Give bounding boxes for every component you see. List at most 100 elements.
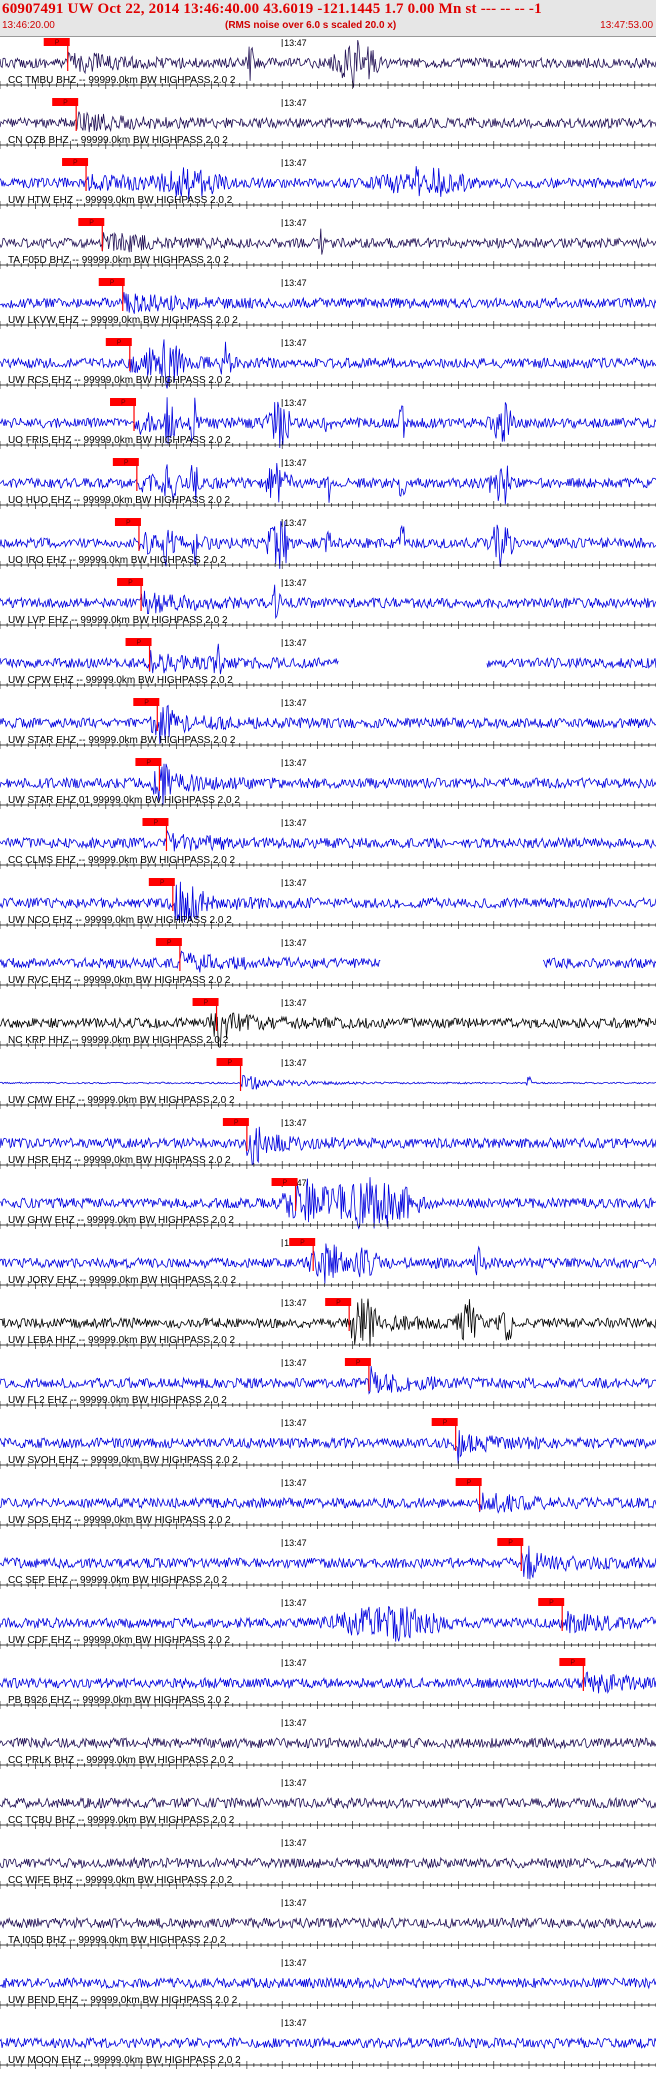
p-pick-label: P bbox=[234, 1120, 239, 1127]
station-label: UW FL2 EHZ -- 99999.0km BW HIGHPASS 2.0 … bbox=[8, 1395, 227, 1406]
waveform-trace bbox=[0, 2036, 656, 2050]
trace-row: 13:47 TA F05D BHZ -- 99999.0km BW HIGHPAS… bbox=[0, 218, 656, 269]
waveform-trace bbox=[0, 292, 656, 314]
minute-mark-label: 13:47 bbox=[284, 1418, 307, 1428]
p-pick-label: P bbox=[228, 1060, 233, 1067]
p-pick-label: P bbox=[110, 280, 115, 287]
p-pick-label: P bbox=[117, 340, 122, 347]
station-label: UW STAR EHZ 01 99999.0km BW HIGHPASS 2.0… bbox=[8, 795, 240, 806]
waveform-trace bbox=[0, 1976, 656, 1990]
trace-row: 13:47 UW STAR EHZ 01 99999.0km BW HIGHPAS… bbox=[0, 758, 656, 809]
trace-row: 13:47 CC WIFE BHZ -- 99999.0km BW HIGHPAS… bbox=[0, 1838, 656, 1889]
station-label: UW HTW EHZ -- 99999.0km BW HIGHPASS 2.0 … bbox=[8, 195, 233, 206]
p-pick-label: P bbox=[126, 520, 131, 527]
p-pick-label: P bbox=[73, 160, 78, 167]
station-label: UW LVP EHZ -- 99999.0km BW HIGHPASS 2.0 … bbox=[8, 615, 228, 626]
p-pick-label: P bbox=[146, 760, 151, 767]
minute-mark-label: 13:47 bbox=[284, 698, 307, 708]
minute-mark-label: 13:47 bbox=[284, 638, 307, 648]
minute-mark-label: 13:47 bbox=[284, 38, 307, 48]
station-label: UW JORV EHZ -- 99999.0km BW HIGHPASS 2.0… bbox=[8, 1275, 236, 1286]
waveform-trace bbox=[0, 1736, 656, 1750]
trace-row: 13:47 UW RVC EHZ -- 99999.0km BW HIGHPASS… bbox=[0, 938, 656, 989]
station-label: UW LKVW EHZ -- 99999.0km BW HIGHPASS 2.0… bbox=[8, 315, 238, 326]
station-label: UW NCO EHZ -- 99999.0km BW HIGHPASS 2.0 … bbox=[8, 915, 232, 926]
seismogram-plot: 13:47 CC TMBU BHZ -- 99999.0km BW HIGHPAS… bbox=[0, 37, 656, 2078]
station-label: UW HSR EHZ -- 99999.0km BW HIGHPASS 2.0 … bbox=[8, 1155, 231, 1166]
waveform-trace bbox=[0, 1492, 656, 1514]
minute-mark-label: 13:47 bbox=[284, 1478, 307, 1488]
station-label: CC PRLK BHZ -- 99999.0km BW HIGHPASS 2.0… bbox=[8, 1755, 234, 1766]
p-pick-label: P bbox=[55, 40, 60, 47]
p-pick-label: P bbox=[137, 640, 142, 647]
minute-mark-label: 13:47 bbox=[284, 1838, 307, 1848]
station-label: UW LEBA HHZ -- 99999.0km BW HIGHPASS 2.0… bbox=[8, 1335, 236, 1346]
waveform-trace bbox=[0, 111, 656, 133]
end-time: 13:47:53.00 bbox=[600, 20, 653, 31]
p-pick-label: P bbox=[128, 580, 133, 587]
header-bar: 60907491 UW Oct 22, 2014 13:46:40.00 43.… bbox=[0, 0, 656, 37]
p-pick-label: P bbox=[300, 1240, 305, 1247]
minute-mark-label: 13:47 bbox=[284, 1298, 307, 1308]
waveform-trace bbox=[0, 950, 656, 973]
trace-row: 13:47 UW LEBA HHZ -- 99999.0km BW HIGHPAS… bbox=[0, 1298, 656, 1349]
waveform-trace bbox=[0, 584, 656, 620]
station-label: UO FRIS EHZ -- 99999.0km BW HIGHPASS 2.0… bbox=[8, 435, 231, 446]
trace-row: 13:47 PB B926 EHZ -- 99999.0km BW HIGHPAS… bbox=[0, 1658, 656, 1709]
trace-row: 13:47 UO FRIS EHZ -- 99999.0km BW HIGHPAS… bbox=[0, 397, 656, 449]
p-pick-label: P bbox=[467, 1480, 472, 1487]
waveform-trace bbox=[0, 1796, 656, 1810]
station-label: UW RVC EHZ -- 99999.0km BW HIGHPASS 2.0 … bbox=[8, 975, 231, 986]
traces-svg: 13:47 CC TMBU BHZ -- 99999.0km BW HIGHPAS… bbox=[0, 38, 656, 2069]
trace-row: 13:47 UW LVP EHZ -- 99999.0km BW HIGHPASS… bbox=[0, 578, 656, 629]
minute-mark-label: 13:47 bbox=[284, 878, 307, 888]
p-pick-label: P bbox=[160, 880, 165, 887]
p-pick-label: P bbox=[124, 460, 129, 467]
station-label: TA F05D BHZ -- 99999.0km BW HIGHPASS 2.0… bbox=[8, 255, 229, 266]
trace-row: 13:47 UW FL2 EHZ -- 99999.0km BW HIGHPASS… bbox=[0, 1358, 656, 1409]
trace-row: 13:47 UW SOS EHZ -- 99999.0km BW HIGHPASS… bbox=[0, 1478, 656, 1529]
minute-mark-label: 13:47 bbox=[284, 278, 307, 288]
minute-mark-label: 13:47 bbox=[284, 1598, 307, 1608]
trace-row: 13:47 CC PRLK BHZ -- 99999.0km BW HIGHPAS… bbox=[0, 1718, 656, 1769]
station-label: TA I05D BHZ -- 99999.0km BW HIGHPASS 2.0… bbox=[8, 1935, 226, 1946]
minute-mark-label: 13:47 bbox=[284, 2018, 307, 2028]
trace-row: 13:47UW JORV EHZ -- 99999.0km BW HIGHPAS… bbox=[0, 1238, 656, 1289]
p-pick-label: P bbox=[356, 1360, 361, 1367]
station-label: PB B926 EHZ -- 99999.0km BW HIGHPASS 2.0… bbox=[8, 1695, 230, 1706]
trace-row: 13:47 UW HSR EHZ -- 99999.0km BW HIGHPASS… bbox=[0, 1118, 656, 1169]
minute-mark-label: 13:47 bbox=[284, 218, 307, 228]
station-label: UW CDF EHZ -- 99999.0km BW HIGHPASS 2.0 … bbox=[8, 1635, 231, 1646]
p-pick-label: P bbox=[63, 100, 68, 107]
minute-mark-label: 13:47 bbox=[284, 1358, 307, 1368]
minute-mark-label: 13:47 bbox=[284, 1118, 307, 1128]
trace-row: 13:47 CC CLMS EHZ -- 99999.0km BW HIGHPAS… bbox=[0, 818, 656, 869]
station-label: UW CPW EHZ -- 99999.0km BW HIGHPASS 2.0 … bbox=[8, 675, 233, 686]
trace-row: 13:47 UO IRO EHZ -- 99999.0km BW HIGHPASS… bbox=[0, 518, 656, 569]
station-label: UO IRO EHZ -- 99999.0km BW HIGHPASS 2.0 … bbox=[8, 555, 226, 566]
p-pick-label: P bbox=[283, 1180, 288, 1187]
station-label: UW GHW EHZ -- 99999.0km BW HIGHPASS 2.0 … bbox=[8, 1215, 234, 1226]
minute-mark-label: 13:47 bbox=[284, 938, 307, 948]
trace-row: 13:47 UW NCO EHZ -- 99999.0km BW HIGHPASS… bbox=[0, 878, 656, 929]
station-label: UW CMW EHZ -- 99999.0km BW HIGHPASS 2.0 … bbox=[8, 1095, 235, 1106]
p-pick-label: P bbox=[336, 1300, 341, 1307]
trace-row: 13:47 UW MOON EHZ -- 99999.0km BW HIGHPAS… bbox=[0, 2018, 656, 2069]
trace-row: 13:47 UW RCS EHZ -- 99999.0km BW HIGHPASS… bbox=[0, 338, 656, 389]
waveform-trace bbox=[0, 643, 656, 675]
station-label: CC TMBU BHZ -- 99999.0km BW HIGHPASS 2.0… bbox=[8, 75, 236, 86]
trace-row: 13:47 TA I05D BHZ -- 99999.0km BW HIGHPAS… bbox=[0, 1898, 656, 1949]
minute-mark-label: 13:47 bbox=[284, 578, 307, 588]
trace-row: 13:47 UW STAR EHZ -- 99999.0km BW HIGHPAS… bbox=[0, 698, 656, 749]
station-label: CN OZB BHZ -- 99999.0km BW HIGHPASS 2.0 … bbox=[8, 135, 228, 146]
trace-row: 13:47 UW SVOH EHZ -- 99999.0km BW HIGHPAS… bbox=[0, 1418, 656, 1469]
station-label: UW SOS EHZ -- 99999.0km BW HIGHPASS 2.0 … bbox=[8, 1515, 231, 1526]
p-pick-label: P bbox=[153, 820, 158, 827]
p-pick-label: P bbox=[443, 1420, 448, 1427]
trace-row: 13:47 CN OZB BHZ -- 99999.0km BW HIGHPASS… bbox=[0, 98, 656, 149]
p-pick-label: P bbox=[144, 700, 149, 707]
waveform-trace bbox=[0, 1856, 656, 1870]
trace-row: 13:47 UW HTW EHZ -- 99999.0km BW HIGHPASS… bbox=[0, 158, 656, 209]
station-label: UW BEND EHZ -- 99999.0km BW HIGHPASS 2.0… bbox=[8, 1995, 238, 2006]
trace-row: 13:47 UW CMW EHZ -- 99999.0km BW HIGHPASS… bbox=[0, 1058, 656, 1109]
